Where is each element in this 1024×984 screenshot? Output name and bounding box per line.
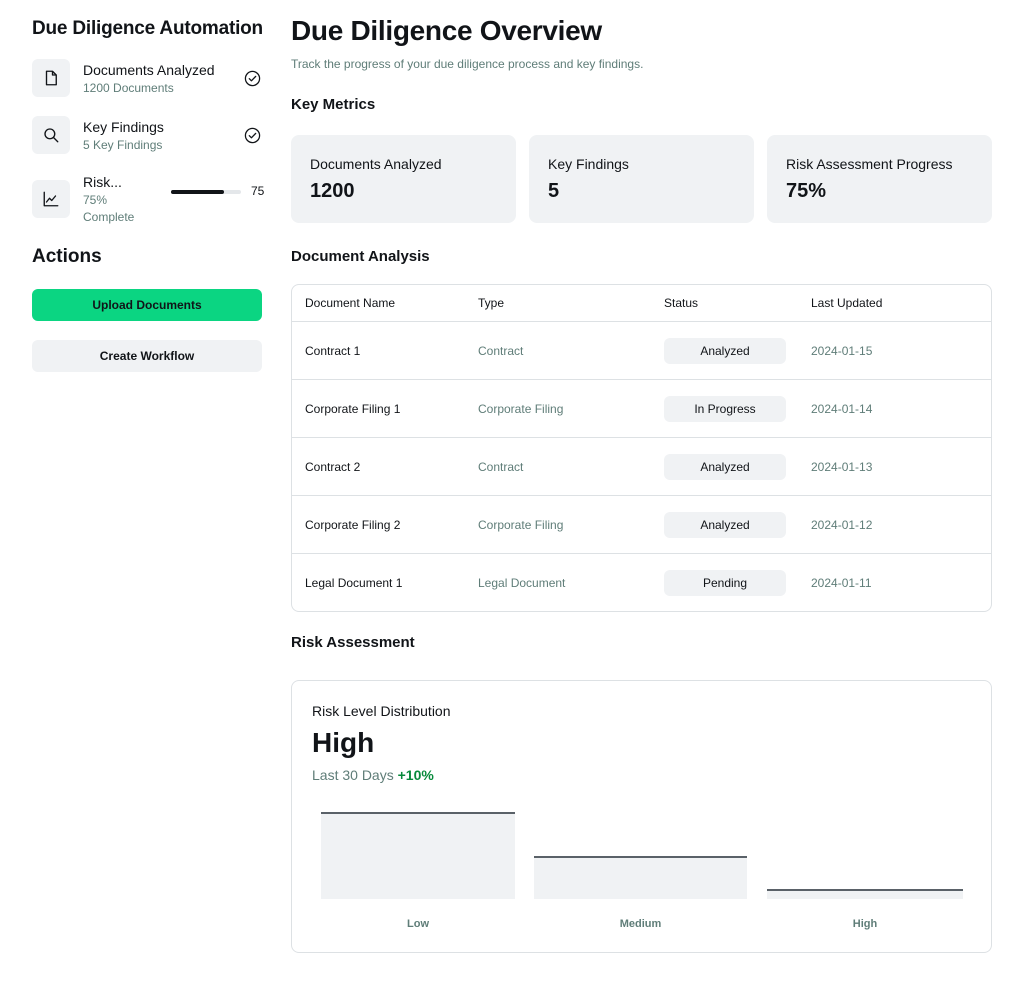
sidebar: Due Diligence Automation Documents Analy… (32, 16, 264, 372)
risk-period-label: Last 30 Days (312, 767, 394, 783)
metric-value: 1200 (310, 180, 355, 202)
page-subtitle: Track the progress of your due diligence… (291, 57, 644, 71)
document-type: Legal Document (478, 575, 566, 590)
risk-assessment-title: Risk Assessment (291, 634, 415, 651)
sidebar-item-documents[interactable]: Documents Analyzed 1200 Documents (32, 59, 264, 97)
document-name: Contract 1 (305, 343, 361, 358)
table-row[interactable]: Corporate Filing 1 Corporate Filing In P… (292, 379, 991, 437)
column-header[interactable]: Last Updated (811, 296, 991, 310)
status-badge: Analyzed (664, 337, 786, 364)
document-type: Corporate Filing (478, 517, 564, 532)
sidebar-item-subtitle: 1200 Documents (83, 81, 174, 95)
table-row[interactable]: Legal Document 1 Legal Document Pending … (292, 553, 991, 611)
table-row[interactable]: Contract 1 Contract Analyzed 2024-01-15 (292, 321, 991, 379)
risk-bar-low (321, 812, 515, 899)
metric-label: Risk Assessment Progress (786, 156, 953, 172)
check-circle-icon (244, 127, 261, 149)
risk-change: +10% (397, 767, 434, 783)
risk-progress-bar (171, 190, 241, 194)
metric-value: 5 (548, 180, 560, 202)
upload-documents-button[interactable]: Upload Documents (32, 289, 262, 321)
metrics-row: Documents Analyzed 1200 Key Findings 5 R… (291, 135, 992, 223)
last-updated: 2024-01-11 (811, 575, 872, 590)
create-workflow-button[interactable]: Create Workflow (32, 340, 262, 372)
status-badge: Analyzed (664, 511, 786, 538)
metric-label: Key Findings (548, 156, 629, 172)
app-title: Due Diligence Automation (32, 18, 263, 39)
chart-line-icon (32, 180, 70, 218)
status-badge: Pending (664, 569, 786, 596)
metric-card-risk: Risk Assessment Progress 75% (767, 135, 992, 223)
sidebar-item-subtitle: Complete (83, 210, 135, 224)
sidebar-item-findings[interactable]: Key Findings 5 Key Findings (32, 116, 264, 154)
document-type: Contract (478, 459, 524, 474)
last-updated: 2024-01-14 (811, 401, 873, 416)
risk-bar-label: Medium (619, 918, 662, 930)
last-updated: 2024-01-15 (811, 343, 873, 358)
last-updated: 2024-01-12 (811, 517, 873, 532)
actions-title: Actions (32, 246, 102, 267)
document-icon (32, 59, 70, 97)
risk-bar-label: High (852, 918, 878, 930)
metric-card-findings: Key Findings 5 (529, 135, 754, 223)
risk-level-value: High (312, 727, 375, 758)
metric-value: 75% (786, 180, 827, 202)
table-header: Document Name Type Status Last Updated (292, 285, 991, 321)
metric-label: Documents Analyzed (310, 156, 442, 172)
status-badge: In Progress (664, 395, 786, 422)
table-row[interactable]: Contract 2 Contract Analyzed 2024-01-13 (292, 437, 991, 495)
document-name: Legal Document 1 (305, 575, 403, 590)
metric-card-documents: Documents Analyzed 1200 (291, 135, 516, 223)
table-row[interactable]: Corporate Filing 2 Corporate Filing Anal… (292, 495, 991, 553)
sidebar-item-title: Documents Analyzed (83, 62, 215, 78)
sidebar-item-risk[interactable]: Risk... 75% Complete 75 (32, 174, 265, 224)
risk-distribution-card: Low Medium High Risk Level Distribution Hi… (291, 680, 992, 953)
risk-progress-value: 75 (251, 184, 265, 198)
last-updated: 2024-01-13 (811, 459, 873, 474)
risk-period: Last 30 Days +10% (312, 767, 434, 783)
document-type: Contract (478, 343, 524, 358)
column-header[interactable]: Status (664, 296, 811, 310)
document-name: Corporate Filing 1 (305, 401, 401, 416)
key-metrics-title: Key Metrics (291, 96, 376, 113)
document-table: Document Name Type Status Last Updated C… (291, 284, 992, 612)
column-header[interactable]: Type (478, 296, 664, 310)
check-circle-icon (244, 70, 261, 92)
sidebar-item-subtitle: 75% (83, 193, 108, 207)
risk-bar-medium (534, 855, 747, 899)
column-header[interactable]: Document Name (292, 296, 478, 310)
sidebar-item-title: Key Findings (83, 119, 164, 135)
sidebar-item-subtitle: 5 Key Findings (83, 138, 163, 152)
sidebar-item-title: Risk... (83, 174, 122, 190)
page-title: Due Diligence Overview (291, 15, 602, 46)
risk-distribution-label: Risk Level Distribution (312, 703, 451, 719)
risk-bar-high (767, 888, 963, 899)
risk-progress-fill (171, 190, 224, 194)
document-name: Contract 2 (305, 459, 361, 474)
status-badge: Analyzed (664, 453, 786, 480)
document-type: Corporate Filing (478, 401, 564, 416)
document-name: Corporate Filing 2 (305, 517, 401, 532)
main-content: Due Diligence Overview Track the progres… (291, 14, 992, 953)
risk-bar-label: Low (407, 918, 429, 930)
risk-bar-chart: Low Medium High (292, 681, 993, 954)
document-analysis-title: Document Analysis (291, 248, 430, 265)
search-icon (32, 116, 70, 154)
